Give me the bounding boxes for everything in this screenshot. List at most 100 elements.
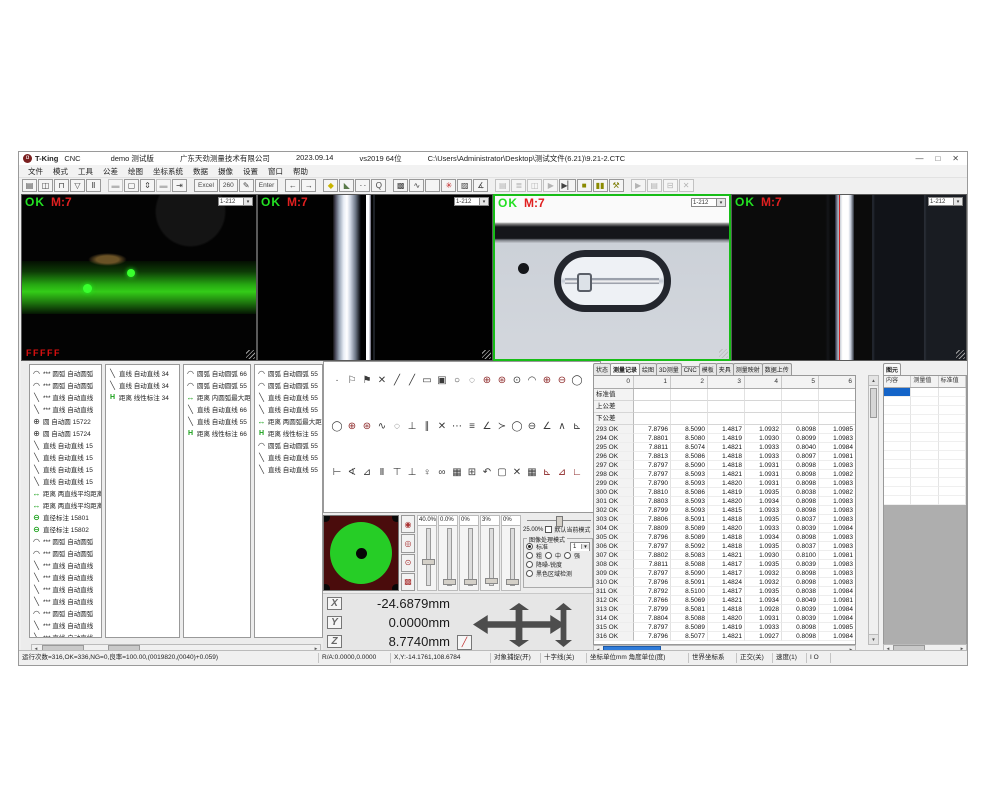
tool-icon[interactable]: ↶ xyxy=(480,464,494,480)
table-row[interactable]: 306 OK7.87978.50921.48181.09350.80371.09… xyxy=(594,542,855,551)
tool-icon[interactable]: ⊥ xyxy=(405,418,419,434)
tool-icon[interactable]: ≻ xyxy=(495,418,509,434)
feature-item[interactable]: ╲直线 自动直线 15 xyxy=(30,439,101,451)
camera-selector[interactable]: 1-212▾ xyxy=(691,198,726,207)
diagonal-move-button[interactable]: ╱ xyxy=(457,635,472,650)
feature-item[interactable]: ╲直线 自动直线 55 xyxy=(255,451,322,463)
dropdown-arrow-icon[interactable]: ▾ xyxy=(954,197,963,206)
tool-icon[interactable]: ▣ xyxy=(435,372,449,388)
radio-noise[interactable] xyxy=(526,561,533,568)
feature-item[interactable]: ╲*** 直线 自动直线 xyxy=(30,403,101,415)
scroll-up-icon[interactable]: ▲ xyxy=(869,376,878,386)
feature-item[interactable]: H距离 线性标注 55 xyxy=(255,427,322,439)
blank-button[interactable] xyxy=(425,179,440,192)
dropdown-arrow-icon[interactable]: ▼ xyxy=(581,544,589,549)
tool-icon[interactable]: ∞ xyxy=(435,464,449,480)
tab-状态[interactable]: 状态 xyxy=(593,363,611,375)
tool-icon[interactable]: ╱ xyxy=(390,372,404,388)
stop-button[interactable]: ■ xyxy=(577,179,592,192)
cup-icon[interactable]: ▢ xyxy=(124,179,139,192)
light-segment-button[interactable]: ◎ xyxy=(401,534,415,552)
tool-icon[interactable]: ⊛ xyxy=(495,372,509,388)
table-row[interactable]: 294 OK7.88018.50801.48191.09300.80991.09… xyxy=(594,434,855,443)
arrow-left-button[interactable]: ← xyxy=(285,179,300,192)
tool-icon[interactable]: ∟ xyxy=(570,464,584,480)
light-channel-slider[interactable]: 3% xyxy=(480,515,500,591)
menu-item-绘图[interactable]: 绘图 xyxy=(123,166,148,177)
table-row[interactable]: 297 OK7.87978.50901.48181.09310.80981.09… xyxy=(594,461,855,470)
element-row[interactable] xyxy=(884,406,966,415)
mode-select[interactable]: 1 ▼ xyxy=(570,542,590,551)
feature-item[interactable]: ╲*** 直线 自动直线 xyxy=(30,619,101,631)
menu-item-帮助[interactable]: 帮助 xyxy=(288,166,313,177)
tool-icon[interactable]: ◯ xyxy=(510,418,524,434)
tool-icon[interactable]: ✕ xyxy=(510,464,524,480)
table-row[interactable]: 310 OK7.87968.50911.48241.09320.80981.09… xyxy=(594,578,855,587)
menu-item-工具[interactable]: 工具 xyxy=(73,166,98,177)
table-row[interactable]: 300 OK7.88108.50861.48191.09350.80381.09… xyxy=(594,488,855,497)
element-row[interactable] xyxy=(884,388,966,397)
tool-icon[interactable]: ⊕ xyxy=(540,372,554,388)
probe-icon[interactable]: ⊓ xyxy=(54,179,69,192)
export-excel-button[interactable]: Excel xyxy=(194,179,218,192)
tool-icon[interactable]: ⚐ xyxy=(345,372,359,388)
tool-icon[interactable]: ⊖ xyxy=(555,372,569,388)
slider-thumb[interactable] xyxy=(485,578,498,584)
dropdown-arrow-icon[interactable]: ▾ xyxy=(717,198,726,207)
light-segment-button[interactable]: ▩ xyxy=(401,573,415,591)
feature-item[interactable]: ↔距离 两直线平均距离 xyxy=(30,487,101,499)
radio-level-中[interactable] xyxy=(545,552,552,559)
table-row[interactable]: 标准值 xyxy=(594,389,855,401)
mountain-button[interactable]: ◣ xyxy=(339,179,354,192)
tool-icon[interactable]: ○ xyxy=(450,372,464,388)
menu-item-窗口[interactable]: 窗口 xyxy=(263,166,288,177)
feature-item[interactable]: ⊕圆 自动圆 15724 xyxy=(30,427,101,439)
scroll-thumb[interactable] xyxy=(870,388,877,418)
feature-item[interactable]: ⊖直径标注 15802 xyxy=(30,523,101,535)
run-button[interactable]: ⚒ xyxy=(609,179,624,192)
tool-icon[interactable]: ⊖ xyxy=(525,418,539,434)
enter-button[interactable]: Enter xyxy=(255,179,279,192)
table-row[interactable]: 299 OK7.87908.50931.48201.09310.80981.09… xyxy=(594,479,855,488)
tool-icon[interactable]: ⊛ xyxy=(360,418,374,434)
tool-icon[interactable]: ∿ xyxy=(375,418,389,434)
table-row[interactable]: 307 OK7.88028.50831.48211.09300.81001.09… xyxy=(594,551,855,560)
menu-item-设置[interactable]: 设置 xyxy=(238,166,263,177)
feature-item[interactable]: ╲直线 自动直线 66 xyxy=(184,403,250,415)
column-icon[interactable]: Ⅱ xyxy=(86,179,101,192)
element-row[interactable] xyxy=(884,460,966,469)
table-row[interactable]: 305 OK7.87968.50891.48181.09340.80981.09… xyxy=(594,533,855,542)
slider-thumb[interactable] xyxy=(556,516,563,527)
tool-icon[interactable]: ◯ xyxy=(570,372,584,388)
tool-icon[interactable]: ◌ xyxy=(465,372,479,388)
feature-item[interactable]: ⊕圆 自动圆 15722 xyxy=(30,415,101,427)
tool-icon[interactable]: ∠ xyxy=(540,418,554,434)
light-channel-slider[interactable]: 0% xyxy=(501,515,521,591)
feature-item[interactable]: ◠圆弧 自动圆弧 55 xyxy=(255,439,322,451)
element-row[interactable] xyxy=(884,433,966,442)
table-row[interactable]: 304 OK7.88098.50891.48201.09330.80391.09… xyxy=(594,524,855,533)
tab-CNC[interactable]: CNC xyxy=(681,366,700,375)
tool-icon[interactable]: ∥ xyxy=(420,418,434,434)
feature-item[interactable]: ◠圆弧 自动圆弧 55 xyxy=(255,379,322,391)
feature-item[interactable]: ╲直线 自动直线 55 xyxy=(255,463,322,475)
menu-item-数据[interactable]: 数据 xyxy=(188,166,213,177)
camera-panel-3[interactable]: OKM:71-212▾ xyxy=(493,194,731,361)
table-row[interactable]: 302 OK7.87998.50931.48151.09330.80981.09… xyxy=(594,506,855,515)
minimize-button[interactable]: — xyxy=(915,154,923,163)
slider-thumb[interactable] xyxy=(443,579,456,585)
tab-测量记录[interactable]: 测量记录 xyxy=(610,363,640,375)
feature-item[interactable]: ◠圆弧 自动圆弧 55 xyxy=(184,379,250,391)
tool-icon[interactable]: ⊕ xyxy=(480,372,494,388)
default-mode-checkbox[interactable] xyxy=(545,526,552,533)
feature-item[interactable]: H距离 线性标注 34 xyxy=(106,391,179,403)
tool-icon[interactable]: ◠ xyxy=(525,372,539,388)
ring-light-pad[interactable] xyxy=(323,515,399,591)
feature-item[interactable]: ╲直线 自动直线 15 xyxy=(30,451,101,463)
tab-模板[interactable]: 模板 xyxy=(699,363,717,375)
table-row[interactable]: 315 OK7.87978.50891.48191.09330.80981.09… xyxy=(594,623,855,632)
pen-button[interactable]: ✎ xyxy=(239,179,254,192)
feature-item[interactable]: ╲直线 自动直线 15 xyxy=(30,475,101,487)
feature-item[interactable]: ╲*** 直线 自动直线 xyxy=(30,391,101,403)
tool-icon[interactable]: ⊿ xyxy=(360,464,374,480)
